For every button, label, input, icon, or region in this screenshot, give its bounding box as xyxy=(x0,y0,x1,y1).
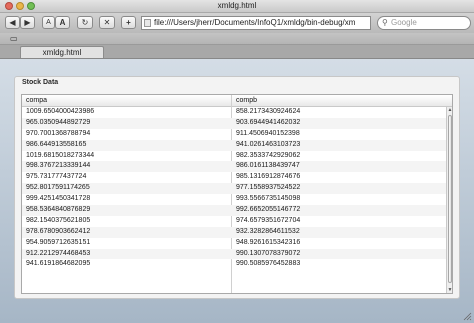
scroll-up-arrow-icon[interactable]: ▲ xyxy=(447,107,452,113)
table-row[interactable]: 1009.6504000423986 858.2173430924624 xyxy=(22,107,446,118)
grid-rows: 1009.6504000423986 858.2173430924624 965.0… xyxy=(22,107,446,293)
table-row[interactable]: 941.6191864682095 990.5085976452883 xyxy=(22,259,446,270)
table-row[interactable]: 970.7001368788794 911.4506940152398 xyxy=(22,129,446,140)
cell-compb: 990.1307078379072 xyxy=(236,249,301,257)
cell-compb: 948.9261615342316 xyxy=(236,238,301,246)
back-button[interactable]: ◀ xyxy=(5,16,20,29)
stop-button[interactable]: ✕ xyxy=(99,16,115,29)
panel-title: Stock Data xyxy=(22,79,59,86)
text-smaller-button[interactable]: A xyxy=(42,16,55,29)
search-placeholder: Google xyxy=(391,18,417,27)
cell-compb: 977.1558937524522 xyxy=(236,184,301,192)
table-row[interactable]: 978.6780903662412 932.3282864611532 xyxy=(22,226,446,238)
table-row[interactable]: 1019.6815018273344 982.3533742929062 xyxy=(22,151,446,162)
cell-compa: 952.8017591174265 xyxy=(26,184,90,192)
bookmarks-bar: ▭ xyxy=(0,33,474,45)
cell-compa: 912.2212974468453 xyxy=(26,249,91,257)
cell-compb: 992.6652055146772 xyxy=(236,206,301,214)
text-larger-button[interactable]: A xyxy=(55,16,70,29)
right-arrow-icon: ▶ xyxy=(24,18,31,27)
tab-xmldg[interactable]: xmldg.html xyxy=(20,46,104,58)
bookmarks-book-icon[interactable]: ▭ xyxy=(10,33,18,44)
search-field[interactable]: ⚲ Google xyxy=(377,16,471,30)
window-title: xmldg.html xyxy=(217,1,257,10)
table-row[interactable]: 998.3767213339144 986.0161138439747 xyxy=(22,161,446,173)
column-header-compa[interactable]: compa xyxy=(26,95,47,107)
cell-compb: 903.6944941462032 xyxy=(236,118,301,126)
table-row[interactable]: 912.2212974468453 990.1307078379072 xyxy=(22,248,446,260)
cell-compa: 965.0350944892729 xyxy=(26,118,91,126)
grid-header: compa compb xyxy=(22,95,452,107)
vertical-scrollbar[interactable]: ▲ ▼ xyxy=(446,107,452,293)
cell-compb: 982.3533742929062 xyxy=(236,151,301,159)
table-row[interactable]: 975.731777437724 985.1316912874676 xyxy=(22,172,446,183)
table-row[interactable]: 958.5364840876829 992.6652055146772 xyxy=(22,205,446,216)
cell-compa: 975.731777437724 xyxy=(26,173,87,181)
page-icon xyxy=(144,19,151,27)
cell-compb: 941.0261463103723 xyxy=(236,140,301,148)
cell-compb: 993.5566735145098 xyxy=(236,195,301,203)
cell-compa: 1019.6815018273344 xyxy=(26,151,95,159)
cell-compa: 999.4251450341728 xyxy=(26,195,91,203)
cell-compa: 986.644913558165 xyxy=(26,140,87,148)
stock-data-panel: Stock Data compa compb 1009.650400042398… xyxy=(14,76,460,299)
stop-icon: ✕ xyxy=(103,18,111,27)
url-field[interactable]: file:///Users/jherr/Documents/InfoQ1/xml… xyxy=(141,16,371,30)
data-grid[interactable]: compa compb 1009.6504000423986 858.217343… xyxy=(21,94,453,294)
scroll-down-arrow-icon[interactable]: ▼ xyxy=(447,287,452,293)
left-arrow-icon: ◀ xyxy=(9,18,16,27)
cell-compb: 932.3282864611532 xyxy=(236,227,300,235)
cell-compa: 954.9059712635151 xyxy=(26,238,91,246)
window-titlebar: xmldg.html xyxy=(0,0,474,13)
cell-compb: 911.4506940152398 xyxy=(236,129,300,137)
forward-button[interactable]: ▶ xyxy=(20,16,35,29)
cell-compb: 974.6579351672704 xyxy=(236,216,301,224)
reload-button[interactable]: ↻ xyxy=(77,16,93,29)
cell-compa: 982.1540375621805 xyxy=(26,216,91,224)
table-row[interactable]: 965.0350944892729 903.6944941462032 xyxy=(22,117,446,129)
table-row[interactable]: 982.1540375621805 974.6579351672704 xyxy=(22,216,446,227)
cell-compa: 958.5364840876829 xyxy=(26,206,91,214)
cell-compa: 1009.6504000423986 xyxy=(26,108,95,115)
column-header-compb[interactable]: compb xyxy=(236,95,257,107)
resize-grip-icon[interactable] xyxy=(462,311,472,321)
table-row[interactable]: 986.644913558165 941.0261463103723 xyxy=(22,139,446,151)
cell-compb: 985.1316912874676 xyxy=(236,173,301,181)
add-bookmark-button[interactable]: + xyxy=(121,16,136,29)
cell-compb: 858.2173430924624 xyxy=(236,108,301,115)
search-icon: ⚲ xyxy=(382,18,388,27)
cell-compb: 986.0161138439747 xyxy=(236,162,300,170)
table-row[interactable]: 999.4251450341728 993.5566735145098 xyxy=(22,194,446,205)
table-row[interactable]: 952.8017591174265 977.1558937524522 xyxy=(22,183,446,195)
url-text: file:///Users/jherr/Documents/InfoQ1/xml… xyxy=(154,18,356,27)
scroll-thumb[interactable] xyxy=(448,115,452,283)
cell-compa: 978.6780903662412 xyxy=(26,227,91,235)
browser-toolbar: ◀ ▶ A A ↻ ✕ + file:///Users/jherr/Docume… xyxy=(0,13,474,33)
cell-compa: 998.3767213339144 xyxy=(26,162,91,170)
cell-compa: 941.6191864682095 xyxy=(26,260,91,268)
cell-compa: 970.7001368788794 xyxy=(26,129,91,137)
cell-compb: 990.5085976452883 xyxy=(236,260,301,268)
table-row[interactable]: 954.9059712635151 948.9261615342316 xyxy=(22,238,446,249)
reload-icon: ↻ xyxy=(81,18,89,27)
tab-strip: xmldg.html xyxy=(0,45,474,59)
